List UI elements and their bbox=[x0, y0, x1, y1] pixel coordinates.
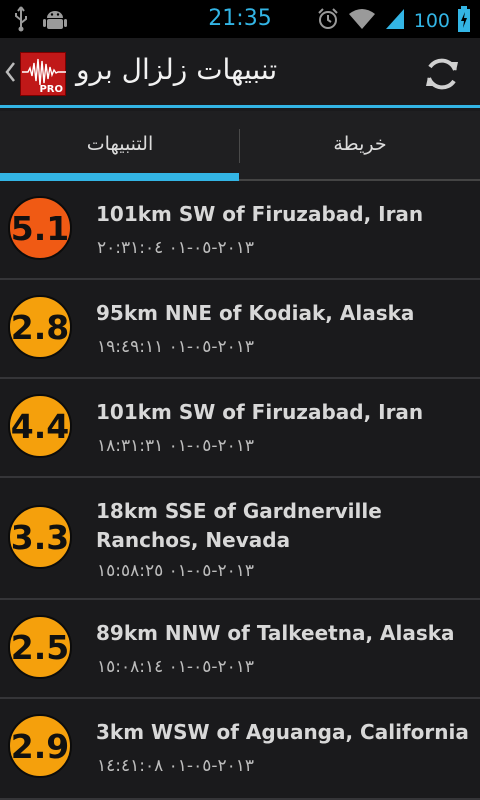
magnitude-badge: 2.9 bbox=[8, 714, 72, 778]
signal-icon bbox=[384, 7, 406, 35]
magnitude-value: 2.8 bbox=[10, 307, 70, 347]
place-name: 3km WSW of Aguanga, California bbox=[96, 720, 469, 744]
tab-divider bbox=[239, 129, 240, 163]
wifi-icon bbox=[348, 7, 376, 35]
action-bar: PRO تنبيهات زلزال برو bbox=[0, 38, 480, 108]
pro-badge: PRO bbox=[39, 84, 63, 95]
magnitude-badge: 2.8 bbox=[8, 295, 72, 359]
list-item[interactable]: 5.1 101km SW of Firuzabad, Iran ٢٠١٣-٠٥-… bbox=[0, 181, 480, 280]
place-name: 89km NNW of Talkeetna, Alaska bbox=[96, 621, 455, 645]
alerts-list[interactable]: 5.1 101km SW of Firuzabad, Iran ٢٠١٣-٠٥-… bbox=[0, 181, 480, 800]
list-item[interactable]: 4.4 101km SW of Firuzabad, Iran ٢٠١٣-٠٥-… bbox=[0, 379, 480, 478]
magnitude-badge: 2.5 bbox=[8, 615, 72, 679]
chevron-left-icon[interactable] bbox=[4, 60, 16, 88]
status-bar: 21:35 100 bbox=[0, 0, 480, 38]
tab-map[interactable]: خريطة bbox=[240, 111, 480, 181]
app-title: تنبيهات زلزال برو bbox=[76, 53, 278, 86]
list-item[interactable]: 3.3 18km SSE of Gardnerville Ranchos, Ne… bbox=[0, 478, 480, 600]
magnitude-value: 5.1 bbox=[10, 208, 70, 248]
tab-label: التنبيهات bbox=[86, 133, 154, 155]
event-datetime: ٢٠١٣-٠٥-٠١ ٢٠:٣١:٠٤ bbox=[97, 238, 254, 258]
tab-label: خريطة bbox=[333, 133, 387, 155]
refresh-icon[interactable] bbox=[422, 54, 462, 98]
list-item[interactable]: 2.9 3km WSW of Aguanga, California ٢٠١٣-… bbox=[0, 699, 480, 800]
battery-charging-icon bbox=[458, 6, 470, 36]
place-name: 18km SSE of Gardnerville Ranchos, Nevada bbox=[96, 499, 382, 552]
status-icons-right: 100 bbox=[316, 6, 470, 36]
event-datetime: ٢٠١٣-٠٥-٠١ ١٨:٣١:٣١ bbox=[97, 436, 254, 456]
magnitude-value: 3.3 bbox=[10, 517, 70, 557]
magnitude-value: 2.9 bbox=[10, 726, 70, 766]
list-item[interactable]: 2.5 89km NNW of Talkeetna, Alaska ٢٠١٣-٠… bbox=[0, 600, 480, 699]
list-item[interactable]: 2.8 95km NNE of Kodiak, Alaska ٢٠١٣-٠٥-٠… bbox=[0, 280, 480, 379]
alarm-icon bbox=[316, 7, 340, 35]
magnitude-value: 4.4 bbox=[10, 406, 70, 446]
tab-alerts[interactable]: التنبيهات bbox=[0, 111, 240, 181]
magnitude-value: 2.5 bbox=[10, 627, 70, 667]
event-datetime: ٢٠١٣-٠٥-٠١ ١٥:٥٨:٢٥ bbox=[97, 561, 254, 581]
selected-tab-indicator bbox=[0, 173, 239, 181]
event-datetime: ٢٠١٣-٠٥-٠١ ١٤:٤١:٠٨ bbox=[97, 756, 254, 776]
place-name: 101km SW of Firuzabad, Iran bbox=[96, 400, 424, 424]
magnitude-badge: 4.4 bbox=[8, 394, 72, 458]
tab-bar: التنبيهات خريطة bbox=[0, 111, 480, 181]
magnitude-badge: 5.1 bbox=[8, 196, 72, 260]
place-name: 95km NNE of Kodiak, Alaska bbox=[96, 301, 415, 325]
event-datetime: ٢٠١٣-٠٥-٠١ ١٩:٤٩:١١ bbox=[97, 337, 254, 357]
magnitude-badge: 3.3 bbox=[8, 505, 72, 569]
app-logo[interactable]: PRO bbox=[20, 52, 66, 96]
battery-percent: 100 bbox=[413, 10, 450, 32]
place-name: 101km SW of Firuzabad, Iran bbox=[96, 202, 424, 226]
event-datetime: ٢٠١٣-٠٥-٠١ ١٥:٠٨:١٤ bbox=[97, 657, 254, 677]
